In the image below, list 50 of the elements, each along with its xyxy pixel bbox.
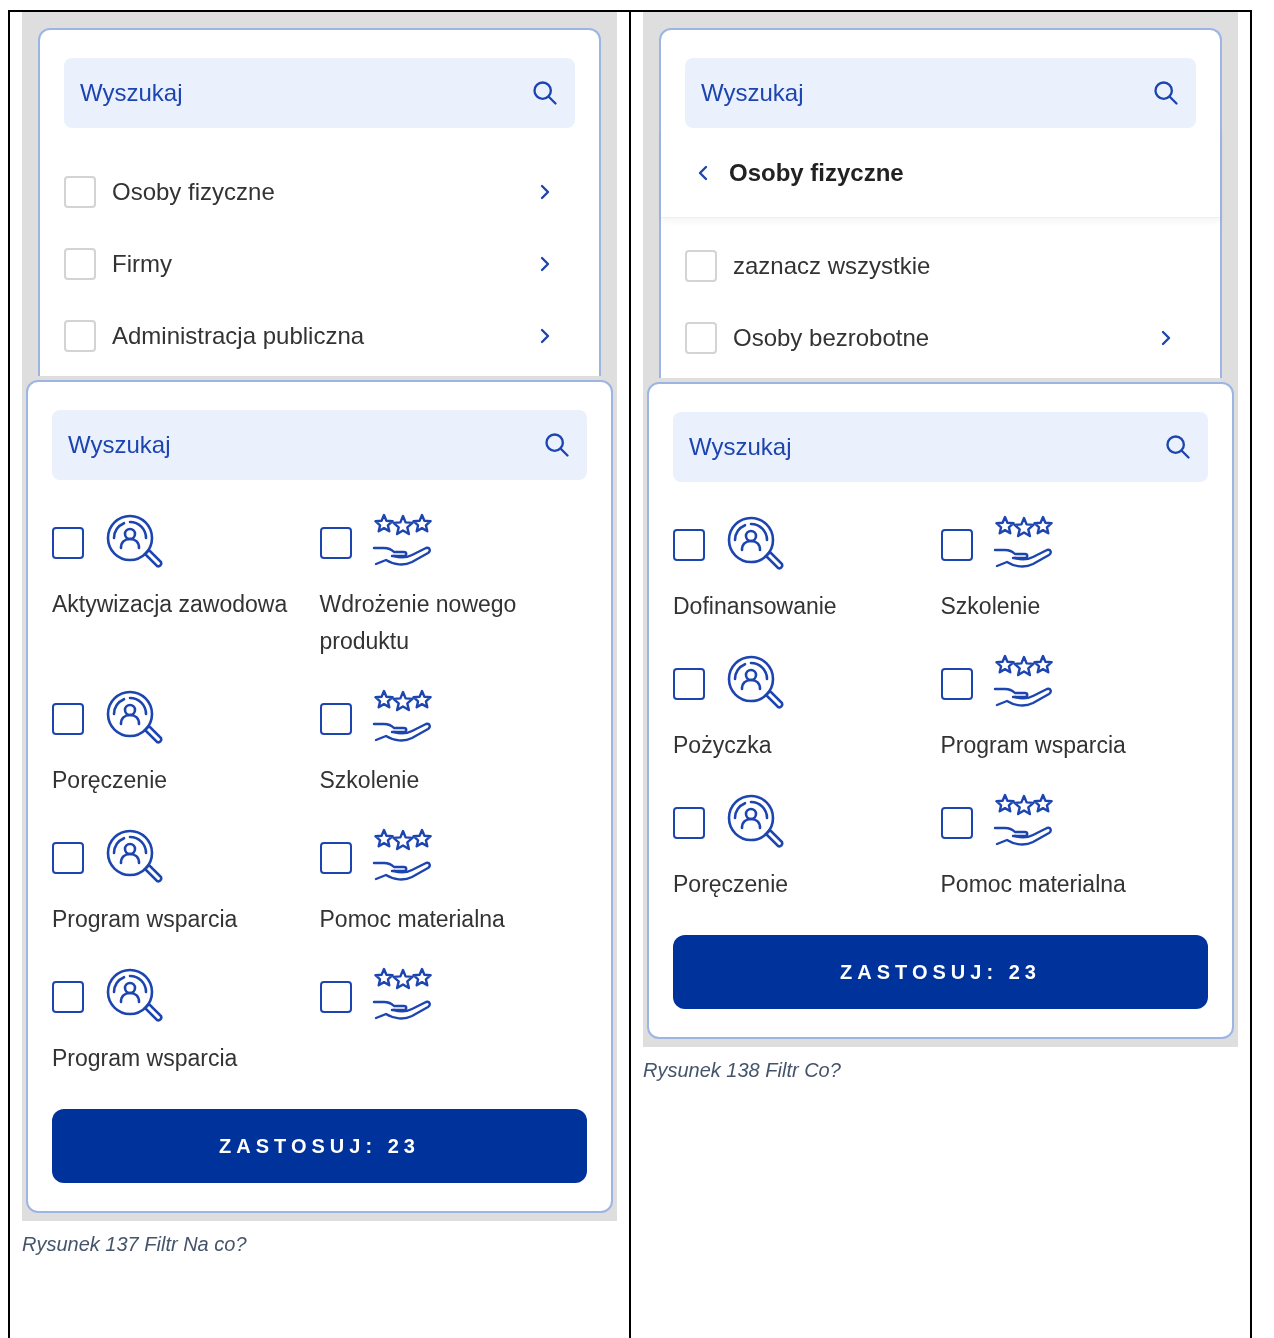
option-label: Pożyczka (673, 731, 773, 760)
checkbox[interactable] (940, 668, 973, 700)
figure-caption: Rysunek 137 Filtr Na co? (22, 1232, 248, 1257)
filter-list-item[interactable]: Osoby fizyczne (64, 156, 575, 228)
checkbox[interactable] (52, 527, 84, 559)
option-label: Szkolenie (940, 592, 1042, 621)
checkbox[interactable] (52, 703, 84, 735)
search-field[interactable]: Wyszukaj (52, 410, 587, 480)
chevron-right-icon[interactable] (539, 328, 551, 344)
apply-button[interactable]: ZASTOSUJ: 23 (52, 1109, 587, 1183)
filter-list-item[interactable]: Administracja publiczna (64, 300, 575, 372)
search-field[interactable]: Wyszukaj (64, 58, 575, 128)
checkbox[interactable] (52, 981, 84, 1013)
option-label: Szkolenie (319, 766, 421, 795)
chevron-right-icon[interactable] (539, 184, 551, 200)
checkbox[interactable] (52, 842, 84, 874)
chevron-right-icon[interactable] (1160, 330, 1172, 346)
option-label: Aktywizacja zawodowa (52, 590, 289, 619)
search-icon (543, 431, 571, 459)
search-icon (1152, 79, 1180, 107)
apply-button[interactable]: ZASTOSUJ: 23 (673, 935, 1208, 1009)
checkbox[interactable] (673, 807, 705, 839)
filter-list-item[interactable]: zaznacz wszystkie (685, 230, 1196, 302)
search-field[interactable]: Wyszukaj (685, 58, 1196, 128)
option-label: Pomoc materialna (319, 905, 506, 934)
option-label: Program wsparcia (52, 1044, 239, 1073)
option-label: Program wsparcia (940, 731, 1127, 760)
search-icon (531, 79, 559, 107)
option-label: Wdrożenie nowego produktu (319, 590, 518, 656)
option-label: Pomoc materialna (940, 870, 1127, 899)
filter-list-item[interactable]: Firmy (64, 228, 575, 300)
option-label: Poręczenie (673, 870, 790, 899)
figure-caption: Rysunek 138 Filtr Co? (643, 1058, 842, 1083)
checkbox[interactable] (319, 981, 352, 1013)
search-field[interactable]: Wyszukaj (673, 412, 1208, 482)
chevron-left-icon[interactable] (697, 164, 709, 181)
option-label: Dofinansowanie (673, 592, 838, 621)
checkbox[interactable] (940, 529, 973, 561)
search-icon (1164, 433, 1192, 461)
checkbox[interactable] (319, 703, 352, 735)
list-header-title: Osoby fizyczne (729, 157, 904, 188)
checkbox[interactable] (940, 807, 973, 839)
checkbox[interactable] (319, 842, 352, 874)
checkbox[interactable] (673, 529, 705, 561)
option-label: Program wsparcia (52, 905, 239, 934)
checkbox[interactable] (673, 668, 705, 700)
option-label: Poręczenie (52, 766, 169, 795)
chevron-right-icon[interactable] (539, 256, 551, 272)
checkbox[interactable] (319, 527, 352, 559)
filter-list-item[interactable]: Osoby bezrobotne (685, 302, 1196, 374)
